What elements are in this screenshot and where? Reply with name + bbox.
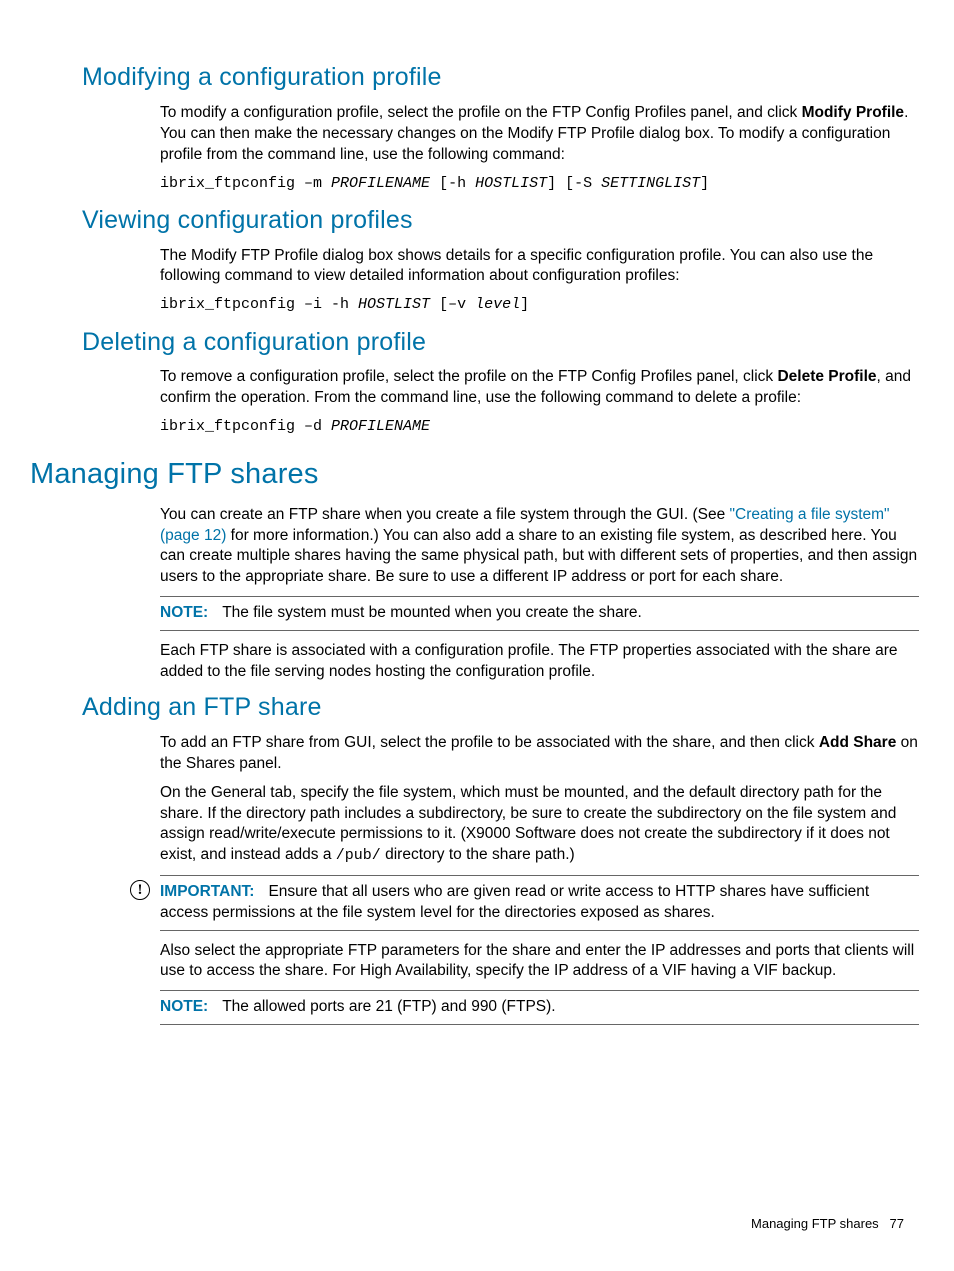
cmd: ibrix_ftpconfig –i -h	[160, 296, 358, 313]
important-text: Ensure that all users who are given read…	[160, 883, 869, 921]
text: You can create an FTP share when you cre…	[160, 506, 730, 523]
document-page: Modifying a configuration profile To mod…	[0, 0, 954, 1271]
para-managing-2: Each FTP share is associated with a conf…	[160, 641, 919, 683]
important-label: IMPORTANT:	[160, 883, 254, 900]
para-view: The Modify FTP Profile dialog box shows …	[160, 246, 919, 288]
note-label: NOTE:	[160, 604, 208, 621]
text-bold: Add Share	[819, 734, 897, 751]
cmd: ]	[700, 175, 709, 192]
heading-deleting: Deleting a configuration profile	[82, 326, 919, 360]
page-footer: Managing FTP shares 77	[751, 1215, 904, 1233]
text: Each FTP share is associated with a conf…	[160, 641, 919, 683]
para-adding-3: Also select the appropriate FTP paramete…	[160, 941, 919, 983]
cmd-arg: PROFILENAME	[331, 418, 430, 435]
note-text: The file system must be mounted when you…	[222, 604, 642, 621]
important-content: IMPORTANT:Ensure that all users who are …	[160, 875, 919, 931]
footer-text: Managing FTP shares	[751, 1216, 879, 1231]
cmd-arg: PROFILENAME	[331, 175, 430, 192]
para-managing-1: You can create an FTP share when you cre…	[160, 505, 919, 589]
heading-modifying: Modifying a configuration profile	[82, 61, 919, 95]
text: directory to the share path.)	[381, 846, 575, 863]
cmd-arg: HOSTLIST	[475, 175, 547, 192]
cmd: [-h	[430, 175, 475, 192]
cmd-arg: HOSTLIST	[358, 296, 430, 313]
heading-adding: Adding an FTP share	[82, 691, 919, 725]
text: To add an FTP share from GUI, select the…	[160, 734, 819, 751]
text: To modify a configuration profile, selec…	[160, 104, 802, 121]
note-box-mounted: NOTE: The file system must be mounted whe…	[160, 596, 919, 631]
heading-managing: Managing FTP shares	[30, 455, 919, 494]
important-icon: !	[130, 880, 160, 900]
text-bold: Delete Profile	[777, 368, 876, 385]
cmd: ibrix_ftpconfig –m	[160, 175, 331, 192]
note-label: NOTE:	[160, 998, 208, 1015]
cmd-arg: SETTINGLIST	[601, 175, 700, 192]
text: Also select the appropriate FTP paramete…	[160, 941, 919, 983]
cmd: [–v	[430, 296, 475, 313]
para-adding-1: To add an FTP share from GUI, select the…	[160, 733, 919, 867]
text: The Modify FTP Profile dialog box shows …	[160, 246, 919, 288]
cmd: ]	[520, 296, 529, 313]
text: To remove a configuration profile, selec…	[160, 368, 777, 385]
note-text: The allowed ports are 21 (FTP) and 990 (…	[222, 998, 555, 1015]
command-view: ibrix_ftpconfig –i -h HOSTLIST [–v level…	[160, 295, 919, 315]
para-modify: To modify a configuration profile, selec…	[160, 103, 919, 166]
note-box-ports: NOTE: The allowed ports are 21 (FTP) and …	[160, 990, 919, 1025]
command-modify: ibrix_ftpconfig –m PROFILENAME [-h HOSTL…	[160, 174, 919, 194]
cmd: ] [-S	[547, 175, 601, 192]
page-number: 77	[890, 1216, 904, 1231]
heading-viewing: Viewing configuration profiles	[82, 204, 919, 238]
text-bold: Modify Profile	[802, 104, 904, 121]
command-delete: ibrix_ftpconfig –d PROFILENAME	[160, 417, 919, 437]
inline-code: /pub/	[336, 847, 381, 864]
exclamation-circle-icon: !	[130, 880, 150, 900]
cmd-arg: level	[475, 296, 520, 313]
text: for more information.) You can also add …	[160, 527, 917, 586]
para-delete: To remove a configuration profile, selec…	[160, 367, 919, 409]
important-box: ! IMPORTANT:Ensure that all users who ar…	[130, 875, 919, 931]
cmd: ibrix_ftpconfig –d	[160, 418, 331, 435]
